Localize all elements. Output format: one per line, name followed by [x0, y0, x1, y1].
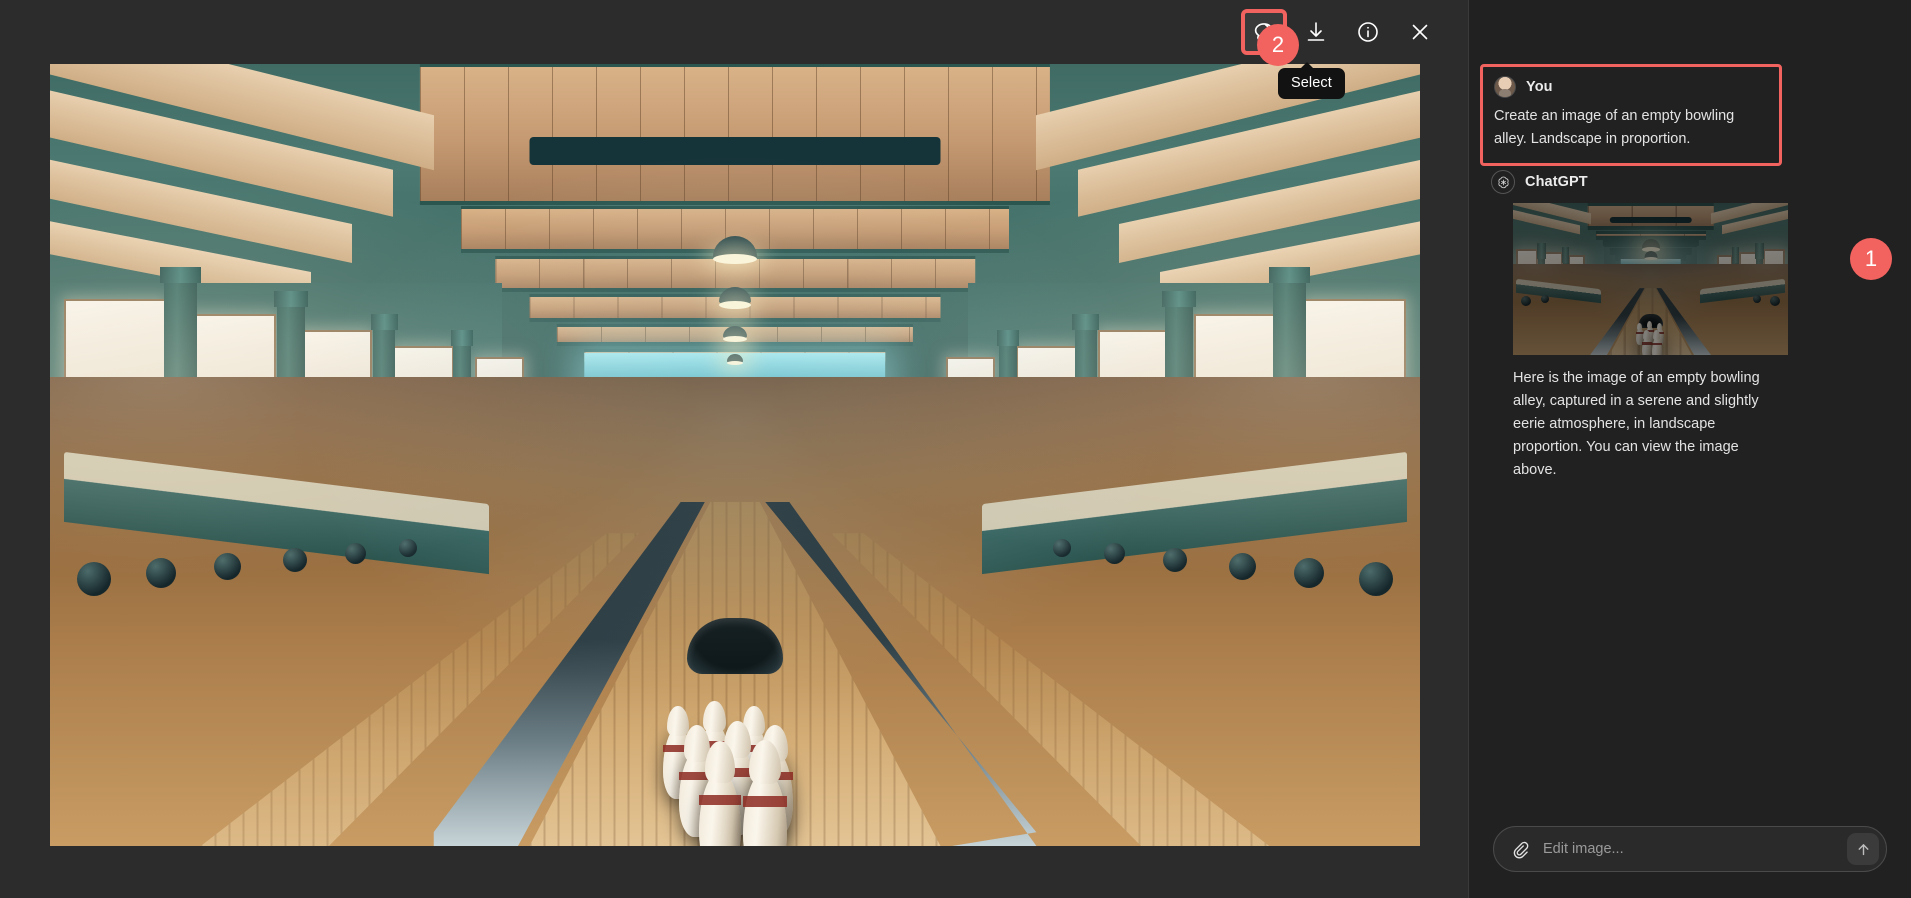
composer-area [1469, 826, 1911, 898]
download-icon [1307, 22, 1325, 41]
assistant-message-header: ChatGPT [1491, 170, 1791, 194]
arrow-up-icon [1858, 843, 1868, 855]
paperclip-icon [1513, 841, 1528, 858]
attach-file-button[interactable] [1508, 837, 1532, 861]
user-message: You Create an image of an empty bowling … [1480, 64, 1782, 166]
chat-panel: You Create an image of an empty bowling … [1468, 0, 1911, 898]
message-input[interactable] [1543, 827, 1836, 871]
assistant-message: ChatGPT Here is the image of an empty bo… [1491, 170, 1791, 482]
viewer-toolbar [0, 0, 1468, 64]
assistant-image-thumbnail[interactable] [1513, 203, 1788, 355]
user-avatar [1494, 76, 1516, 98]
generated-image[interactable] [50, 64, 1420, 846]
image-viewer-pane: Select 2 [0, 0, 1468, 898]
user-message-header: You [1494, 76, 1767, 98]
close-icon [1412, 24, 1428, 40]
info-button[interactable] [1348, 12, 1388, 52]
bowling-pins [655, 647, 815, 846]
user-name: You [1526, 79, 1553, 95]
chat-message-list: You Create an image of an empty bowling … [1469, 0, 1911, 826]
user-message-text: Create an image of an empty bowling alle… [1494, 108, 1735, 147]
close-button[interactable] [1400, 12, 1440, 52]
assistant-name: ChatGPT [1525, 174, 1588, 190]
download-button[interactable] [1296, 12, 1336, 52]
send-button[interactable] [1847, 833, 1879, 865]
info-icon [1358, 22, 1378, 42]
select-tooltip: Select [1278, 62, 1345, 99]
annotation-badge-2: 2 [1257, 24, 1299, 66]
bowling-alley-thumbnail-illustration [1513, 203, 1788, 355]
app-root: Select 2 You Create an image of an empty… [0, 0, 1911, 898]
composer[interactable] [1493, 826, 1887, 872]
assistant-message-text: Here is the image of an empty bowling al… [1513, 370, 1760, 478]
annotation-badge-1: 1 [1850, 238, 1892, 280]
chatgpt-logo-icon [1491, 170, 1515, 194]
bowling-alley-illustration [50, 64, 1420, 846]
